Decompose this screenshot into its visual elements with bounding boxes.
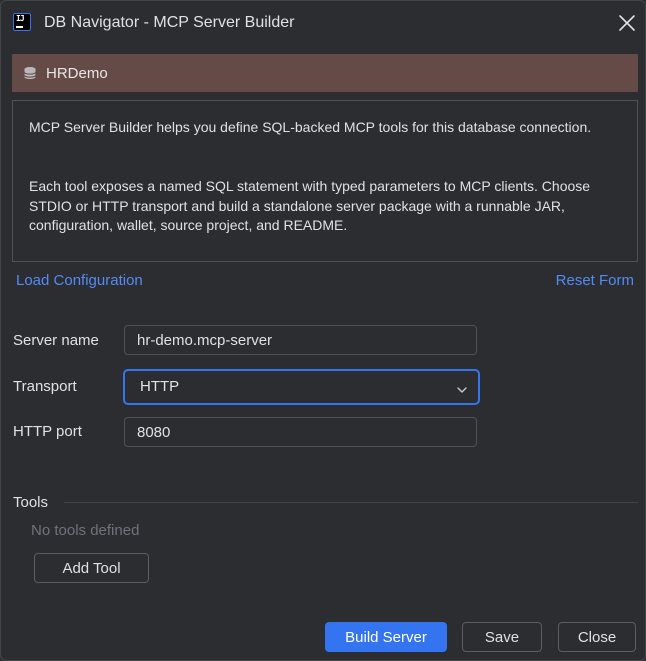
window-title: DB Navigator - MCP Server Builder [44, 14, 295, 31]
info-paragraph-details: Each tool exposes a named SQL statement … [29, 178, 591, 233]
http-port-value: 8080 [137, 424, 171, 441]
close-icon[interactable] [615, 11, 639, 35]
database-icon [23, 66, 37, 80]
server-name-input[interactable]: hr-demo.mcp-server [124, 325, 477, 355]
tools-separator [64, 502, 638, 503]
save-button[interactable]: Save [462, 622, 542, 652]
connection-name: HRDemo [46, 65, 108, 82]
add-tool-button[interactable]: Add Tool [34, 553, 149, 583]
transport-label: Transport [13, 378, 77, 395]
intellij-logo-icon: IJ [13, 13, 31, 31]
transport-value: HTTP [140, 378, 180, 395]
transport-select[interactable]: HTTP [123, 369, 480, 405]
close-button[interactable]: Close [558, 622, 636, 652]
build-server-button[interactable]: Build Server [325, 622, 447, 652]
title-bar: IJ DB Navigator - MCP Server Builder [1, 1, 645, 45]
info-paragraph-intro: MCP Server Builder helps you define SQL-… [29, 119, 592, 135]
http-port-label: HTTP port [13, 423, 82, 440]
server-name-value: hr-demo.mcp-server [137, 332, 273, 349]
connection-banner: HRDemo [12, 54, 638, 92]
load-configuration-link[interactable]: Load Configuration [16, 272, 143, 289]
server-name-label: Server name [13, 332, 99, 349]
http-port-input[interactable]: 8080 [124, 417, 477, 447]
reset-form-link[interactable]: Reset Form [556, 272, 634, 289]
tools-section-title: Tools [13, 494, 49, 511]
mcp-server-builder-dialog: IJ DB Navigator - MCP Server Builder HRD… [0, 0, 646, 661]
chevron-down-icon [456, 382, 468, 393]
no-tools-message: No tools defined [31, 522, 140, 539]
info-panel: MCP Server Builder helps you define SQL-… [12, 100, 638, 262]
